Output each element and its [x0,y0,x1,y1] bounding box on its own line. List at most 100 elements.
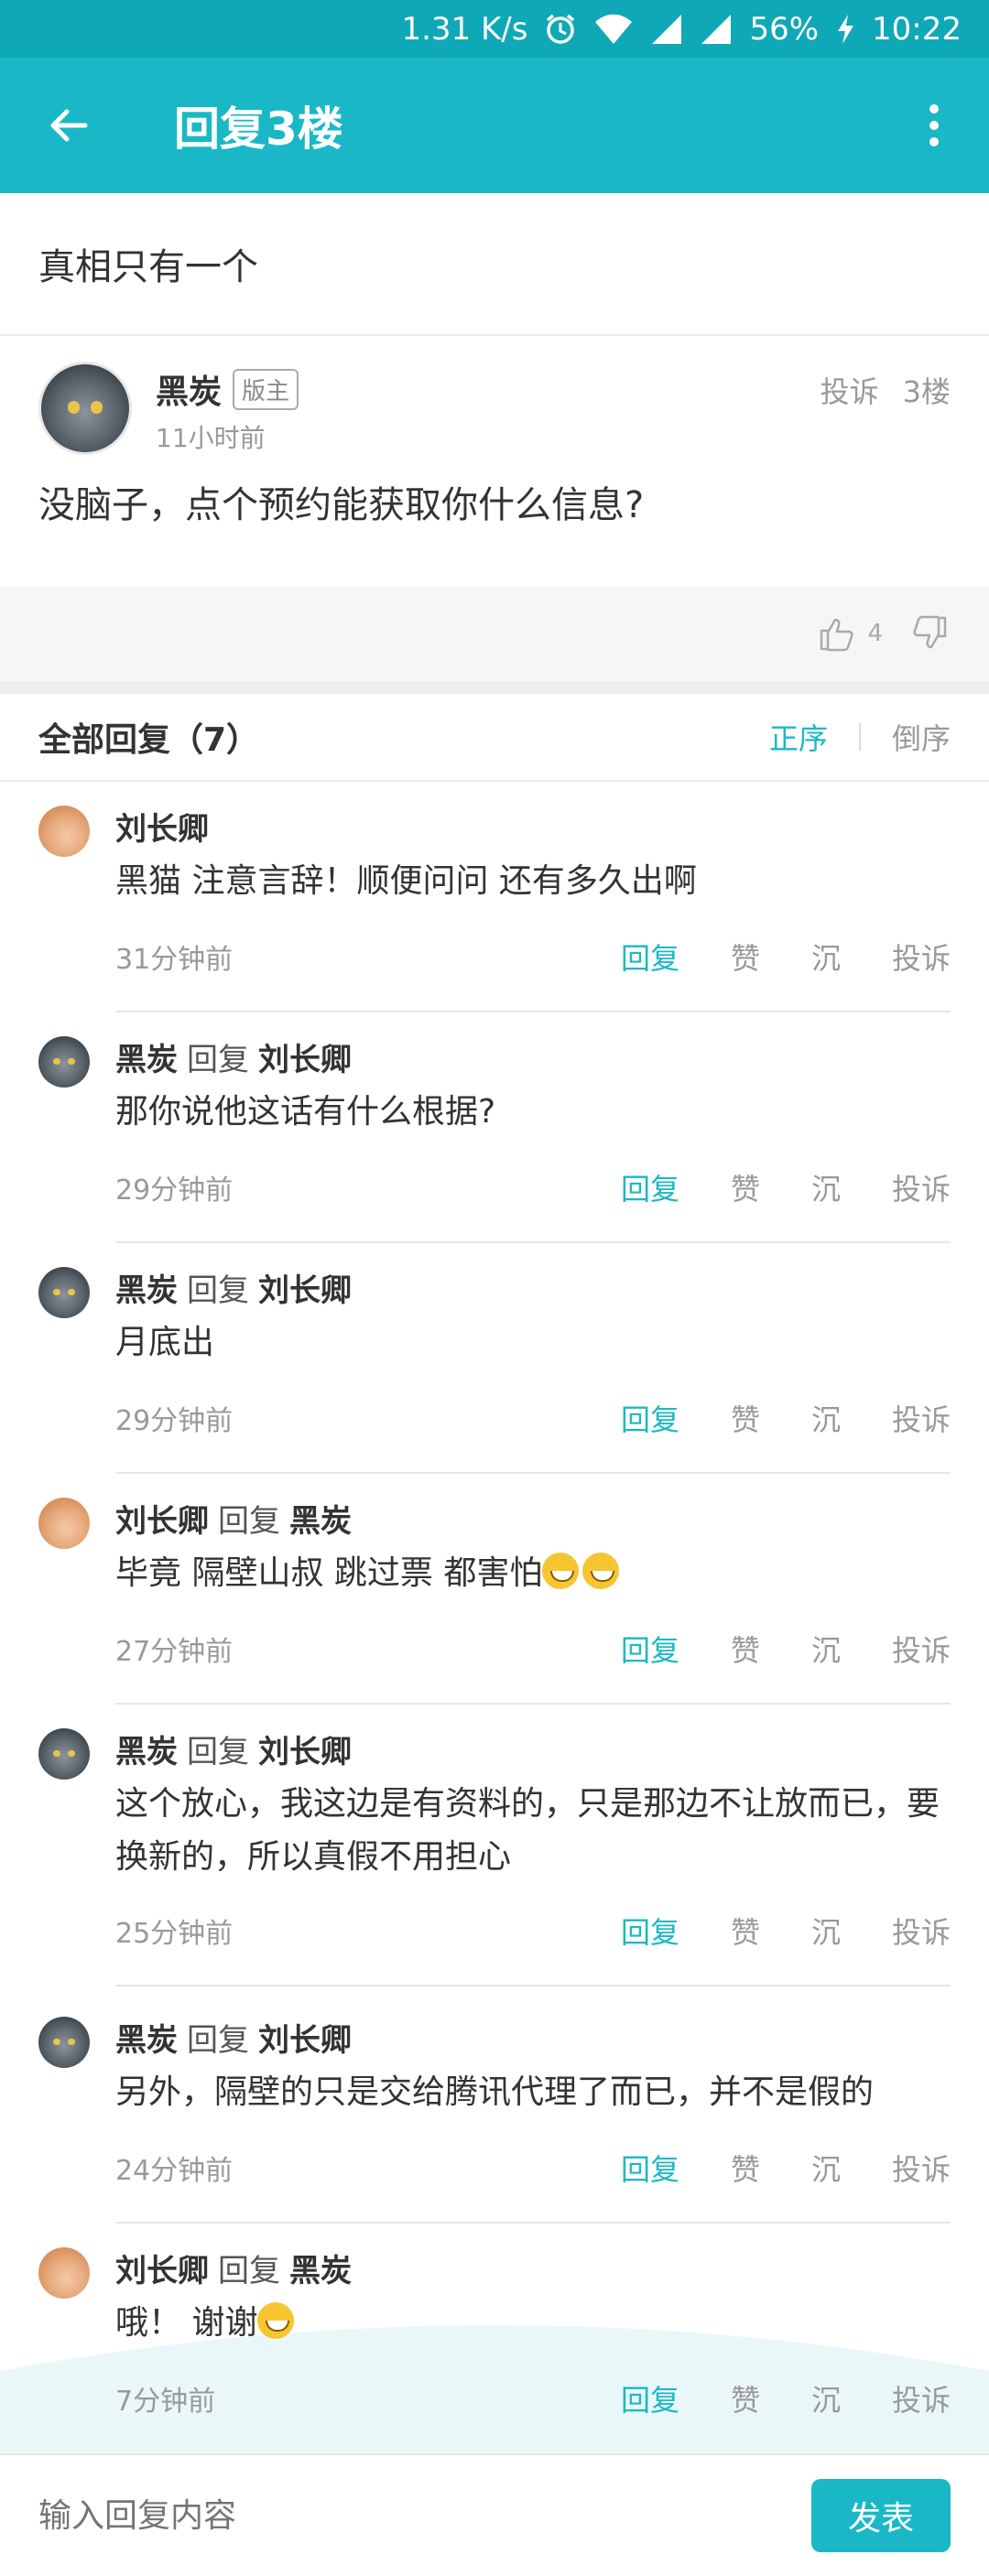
like-button[interactable]: 4 [818,614,883,653]
like-button[interactable]: 赞 [731,1910,760,1952]
like-button[interactable]: 赞 [731,2377,760,2419]
reply-target-username[interactable]: 黑炭 [289,1503,352,1540]
reply-to-word: 回复 [218,2253,280,2289]
app-bar: 回复3楼 [0,58,989,193]
report-button[interactable]: 投诉 [892,1166,951,1208]
post-title: 真相只有一个 [0,193,989,336]
avatar[interactable] [38,1267,90,1318]
reply-input[interactable] [38,2496,811,2535]
status-bar: 1.31 K/s 56% 10:22 [0,0,989,58]
reply-button[interactable]: 回复 [621,936,679,978]
floor-content: 没脑子，点个预约能获取你什么信息? [38,484,645,526]
reply-username[interactable]: 刘长卿 [115,1503,209,1540]
reply-target-username[interactable]: 刘长卿 [258,2022,352,2059]
reply-username[interactable]: 黑炭 [115,1272,178,1309]
more-button[interactable] [879,58,989,193]
reply-text: 这个放心，我这边是有资料的，只是那边不让放而已，要换新的，所以真假不用担心 [115,1785,940,1876]
sink-button[interactable]: 沉 [811,2147,841,2189]
avatar[interactable] [38,362,132,455]
reply-text-container: 月底出 [115,1316,940,1369]
reply-target-username[interactable]: 黑炭 [289,2253,352,2289]
reply-text-container: 那你说他这话有什么根据? [115,1086,940,1139]
reply-button[interactable]: 回复 [621,2377,679,2419]
sink-button[interactable]: 沉 [811,1166,841,1208]
reply-to-word: 回复 [218,1503,280,1540]
battery-percent: 56% [749,10,820,48]
report-button[interactable]: 投诉 [892,2377,951,2419]
reply-text-container: 这个放心，我这边是有资料的，只是那边不让放而已，要换新的，所以真假不用担心 [115,1778,940,1884]
reply-to-word: 回复 [187,2022,249,2059]
reply-username[interactable]: 刘长卿 [115,811,209,848]
like-button[interactable]: 赞 [731,936,760,978]
reply-username[interactable]: 黑炭 [115,1042,178,1078]
reply-button[interactable]: 回复 [621,1166,679,1208]
dislike-button[interactable] [910,614,949,653]
reply-button[interactable]: 回复 [621,2147,679,2189]
reply-author-line: 刘长卿 [115,804,209,849]
back-button[interactable] [0,58,136,193]
sink-button[interactable]: 沉 [811,1628,841,1670]
reply-text-container: 黑猫 注意言辞！顺便问问 还有多久出啊 [115,855,940,908]
avatar[interactable] [38,1036,90,1088]
reply-target-username[interactable]: 刘长卿 [258,1272,352,1309]
report-button[interactable]: 投诉 [892,1397,951,1439]
reply-time: 31分钟前 [115,944,234,976]
reply-button[interactable]: 回复 [621,1910,679,1952]
sort-ascending-button[interactable]: 正序 [769,716,828,758]
reply-target-username[interactable]: 刘长卿 [258,1734,352,1770]
floor-username[interactable]: 黑炭 [156,365,222,413]
like-button[interactable]: 赞 [731,1397,760,1439]
reply-text: 黑猫 注意言辞！顺便问问 还有多久出啊 [115,862,697,900]
reply-author-line: 黑炭 回复 刘长卿 [115,1034,352,1079]
send-button[interactable]: 发表 [811,2479,951,2552]
reply-time: 25分钟前 [115,1918,234,1950]
avatar[interactable] [38,1498,90,1549]
reply-target-username[interactable]: 刘长卿 [258,1042,352,1078]
divider [115,1703,951,1705]
reply-text-container: 哦！ 谢谢 [115,2297,940,2350]
report-button[interactable]: 投诉 [892,1910,951,1952]
clock: 10:22 [872,10,962,48]
sink-button[interactable]: 沉 [811,936,841,978]
reply-author-line: 黑炭 回复 刘长卿 [115,2015,352,2060]
report-button[interactable]: 投诉 [892,936,951,978]
reply-text: 毕竟 隔壁山叔 跳过票 都害怕 [115,1554,543,1592]
reply-button[interactable]: 回复 [621,1628,679,1670]
vote-bar: 4 [0,586,989,681]
thumbs-down-icon [913,615,947,649]
avatar[interactable] [38,2247,90,2299]
reply-text: 另外，隔壁的只是交给腾讯代理了而已，并不是假的 [115,2073,875,2111]
reply-to-word: 回复 [187,1042,249,1078]
report-button[interactable]: 投诉 [892,1628,951,1670]
divider [115,2222,951,2224]
sink-button[interactable]: 沉 [811,1397,841,1439]
sink-button[interactable]: 沉 [811,2377,841,2419]
moderator-badge: 版主 [233,369,299,410]
reply-text-container: 另外，隔壁的只是交给腾讯代理了而已，并不是假的 [115,2066,940,2119]
avatar[interactable] [38,1728,90,1780]
reply-time: 29分钟前 [115,1174,234,1207]
reply-text: 月底出 [115,1324,215,1361]
reply-username[interactable]: 黑炭 [115,2022,178,2059]
signal-icon [650,13,683,46]
sort-descending-button[interactable]: 倒序 [892,716,951,758]
reply-button[interactable]: 回复 [621,1397,679,1439]
divider [115,1472,951,1474]
report-button[interactable]: 投诉 [892,2147,951,2189]
replies-header: 全部回复（7） 正序 倒序 [0,694,989,782]
reply-meta: 24分钟前 回复 赞 沉 投诉 [115,2145,951,2191]
reply-username[interactable]: 黑炭 [115,1734,178,1770]
divider [0,681,989,694]
page-title: 回复3楼 [174,103,343,156]
report-button[interactable]: 投诉 [821,369,879,411]
like-button[interactable]: 赞 [731,1166,760,1208]
avatar[interactable] [38,806,90,857]
reply-meta: 29分钟前 回复 赞 沉 投诉 [115,1164,951,1210]
replies-count-label: 全部回复（7） [38,721,260,759]
reply-text-container: 毕竟 隔壁山叔 跳过票 都害怕 [115,1547,940,1600]
sink-button[interactable]: 沉 [811,1910,841,1952]
like-button[interactable]: 赞 [731,1628,760,1670]
avatar[interactable] [38,2017,90,2068]
like-button[interactable]: 赞 [731,2147,760,2189]
reply-username[interactable]: 刘长卿 [115,2253,209,2289]
